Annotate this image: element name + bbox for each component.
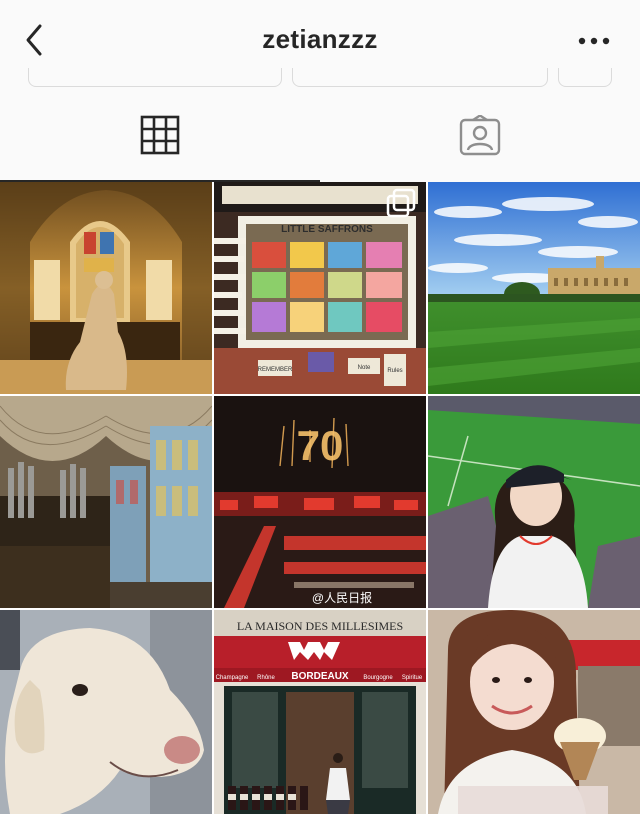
post-thumbnail-college-lawn[interactable] [428, 182, 640, 394]
tab-posts-grid[interactable] [0, 90, 320, 182]
shop-sign-text: LITTLE SAFFRONS [281, 224, 373, 235]
post-image [428, 182, 640, 394]
post-thumbnail-shopfront[interactable]: LITTLE SAFFRONS REMEMBER Note Rules [214, 182, 426, 394]
suggested-button[interactable] [558, 68, 612, 87]
message-button[interactable] [292, 68, 548, 87]
post-thumbnail-statue[interactable] [0, 182, 212, 394]
tagged-user-icon [459, 115, 501, 156]
post-thumbnail-fireworks[interactable]: 70 @人民日报 [214, 396, 426, 608]
awning-far-text: Spiritue [402, 675, 423, 681]
shop-notice-3: Rules [387, 368, 402, 374]
post-image [428, 396, 640, 608]
profile-action-row [0, 68, 640, 90]
grid-icon [140, 115, 180, 155]
post-image [0, 396, 212, 608]
post-thumbnail-chapel-organ[interactable] [0, 396, 212, 608]
post-image [428, 610, 640, 814]
awning-main-text: BORDEAUX [291, 671, 349, 682]
shop-notice-2: Note [358, 365, 371, 371]
awning-right-text: Bourgogne [363, 675, 393, 681]
shop-notice-1: REMEMBER [258, 367, 293, 373]
follow-button[interactable] [28, 68, 282, 87]
fireworks-number: 70 [297, 422, 344, 469]
post-image: 70 @人民日报 [214, 396, 426, 608]
profile-username: zetianzzz [262, 24, 378, 54]
post-thumbnail-dog[interactable] [0, 610, 212, 814]
post-image: LA MAISON DES MILLESIMES BORDEAUX Champa… [214, 610, 426, 814]
post-image [0, 610, 212, 814]
more-horizontal-icon [578, 37, 610, 45]
post-thumbnail-ice-cream[interactable] [428, 610, 640, 814]
post-image: LITTLE SAFFRONS REMEMBER Note Rules [214, 182, 426, 394]
more-options-button[interactable] [574, 22, 614, 60]
posts-grid: LITTLE SAFFRONS REMEMBER Note Rules 70 @… [0, 182, 640, 814]
awning-mid-text: Rhône [257, 675, 275, 681]
post-thumbnail-wine-shop[interactable]: LA MAISON DES MILLESIMES BORDEAUX Champa… [214, 610, 426, 814]
store-name-text: LA MAISON DES MILLESIMES [237, 619, 403, 633]
post-thumbnail-stadium-selfie[interactable] [428, 396, 640, 608]
tab-tagged[interactable] [320, 90, 640, 182]
post-image [0, 182, 212, 394]
awning-left-text: Champagne [216, 675, 249, 681]
watermark-text: @人民日报 [312, 590, 372, 605]
profile-tab-bar [0, 90, 640, 183]
